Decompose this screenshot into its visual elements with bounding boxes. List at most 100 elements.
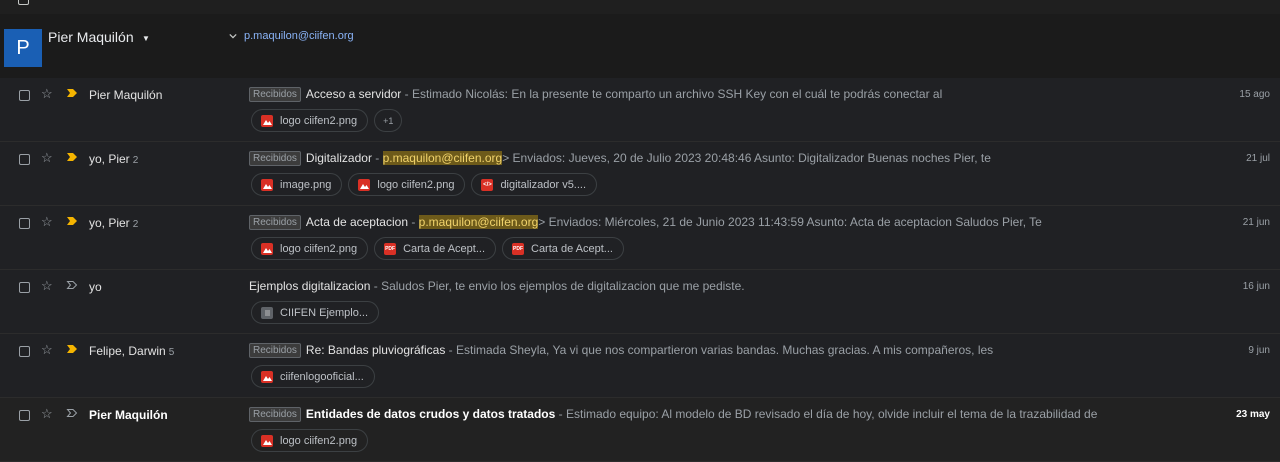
thread-count: 2 [132, 219, 139, 230]
email-subject: Entidades de datos crudos y datos tratad… [305, 407, 556, 421]
email-row[interactable]: ☆ Pier Maquilón Recibidos Acceso a servidor… [0, 78, 1280, 142]
label-badge[interactable]: Recibidos [249, 151, 301, 166]
importance-marker-icon[interactable] [66, 279, 78, 291]
pdf-file-icon: PDF [384, 242, 397, 255]
attachment-name: logo ciifen2.png [280, 114, 358, 127]
sender-name: yo, Pier 2 [89, 216, 139, 230]
row-checkbox[interactable] [19, 90, 30, 101]
email-date: 15 ago [1239, 89, 1270, 100]
email-subject: Acta de aceptacion [305, 215, 408, 229]
attachment-chip[interactable]: logo ciifen2.png [251, 109, 369, 132]
star-icon[interactable]: ☆ [41, 214, 53, 230]
attachment-chip[interactable]: logo ciifen2.png [348, 173, 466, 196]
importance-marker-icon[interactable] [66, 151, 78, 163]
label-badge[interactable]: Recibidos [249, 215, 301, 230]
pdf-file-icon: PDF [512, 242, 524, 255]
account-dropdown-icon[interactable]: ▼ [142, 34, 150, 43]
email-snippet: - Estimado Nicolás: En la presente te co… [401, 87, 943, 101]
image-file-icon [261, 178, 273, 191]
highlighted-email: p.maquilon@ciifen.org [418, 215, 539, 229]
email-row[interactable]: ☆ yo, Pier 2 Recibidos Digitalizador - p.maq… [0, 142, 1280, 206]
row-checkbox[interactable] [19, 346, 30, 357]
email-row[interactable]: ☆ Felipe, Darwin 5 Recibidos Re: Bandas pluv… [0, 334, 1280, 398]
star-icon[interactable]: ☆ [41, 86, 53, 102]
attachment-chips: CIIFEN Ejemplo... [251, 301, 380, 324]
attachment-name: CIIFEN Ejemplo... [280, 306, 369, 319]
label-badge[interactable]: Recibidos [249, 343, 301, 358]
email-subject: Ejemplos digitalizacion [249, 279, 371, 293]
email-snippet: - [371, 151, 383, 165]
sender-name: Felipe, Darwin 5 [89, 344, 175, 358]
doc-file-icon [261, 306, 273, 319]
subject-line[interactable]: Recibidos Entidades de datos crudos y dat… [249, 407, 1097, 422]
email-subject: Acceso a servidor [305, 87, 402, 101]
email-row[interactable]: ☆ yo, Pier 2 Recibidos Acta de aceptacion - … [0, 206, 1280, 270]
star-icon[interactable]: ☆ [41, 406, 53, 422]
subject-line[interactable]: Recibidos Re: Bandas pluviográficas - Est… [249, 343, 993, 358]
attachment-chip[interactable]: logo ciifen2.png [251, 429, 369, 452]
row-checkbox[interactable] [19, 218, 30, 229]
subject-line[interactable]: Recibidos Acceso a servidor - Estimado Ni… [249, 87, 942, 102]
attachment-chip[interactable]: PDF Carta de Acept... [374, 237, 496, 260]
sender-name: yo [89, 280, 102, 294]
email-date: 23 may [1236, 409, 1270, 420]
more-attachments-chip[interactable]: +1 [374, 109, 403, 132]
image-file-icon [261, 370, 273, 383]
avatar[interactable]: P [4, 29, 42, 67]
email-list: ☆ Pier Maquilón Recibidos Acceso a servidor… [0, 78, 1280, 462]
attachment-chip[interactable]: CIIFEN Ejemplo... [251, 301, 380, 324]
image-file-icon [261, 242, 273, 255]
account-name[interactable]: Pier Maquilón [48, 29, 134, 45]
attachment-chips: logo ciifen2.png +1 [251, 109, 403, 132]
subject-line[interactable]: Recibidos Digitalizador - p.maquilon@ciif… [249, 151, 991, 166]
email-subject: Digitalizador [305, 151, 372, 165]
top-toolbar [0, 0, 1280, 14]
email-date: 21 jun [1242, 217, 1270, 228]
row-checkbox[interactable] [19, 282, 30, 293]
thread-count: 2 [132, 155, 139, 166]
attachment-name: logo ciifen2.png [377, 178, 455, 191]
importance-marker-icon[interactable] [66, 343, 78, 355]
attachment-name: logo ciifen2.png [280, 242, 358, 255]
email-snippet-rest: > Enviados: Jueves, 20 de Julio 2023 20:… [502, 151, 991, 165]
importance-marker-icon[interactable] [66, 215, 78, 227]
subject-line[interactable]: Ejemplos digitalizacion - Saludos Pier, … [249, 279, 745, 293]
email-subject: Re: Bandas pluviográficas [305, 343, 446, 357]
email-snippet: - Estimada Sheyla, Ya vi que nos compart… [445, 343, 994, 357]
star-icon[interactable]: ☆ [41, 342, 53, 358]
attachment-name: image.png [280, 178, 332, 191]
image-file-icon [261, 434, 273, 447]
attachment-chip[interactable]: ciifenlogooficial... [251, 365, 375, 388]
email-date: 16 jun [1242, 281, 1270, 292]
attachment-chip[interactable]: image.png [251, 173, 343, 196]
code-file-icon: </> [481, 178, 494, 191]
importance-marker-icon[interactable] [66, 87, 78, 99]
email-snippet-rest: > Enviados: Miércoles, 21 de Junio 2023 … [538, 215, 1042, 229]
star-icon[interactable]: ☆ [41, 150, 53, 166]
email-date: 21 jul [1246, 153, 1270, 164]
attachment-chips: ciifenlogooficial... [251, 365, 375, 388]
chevron-down-icon[interactable] [229, 32, 237, 40]
email-row[interactable]: ☆ Pier Maquilón Recibidos Entidades de dato… [0, 398, 1280, 462]
row-checkbox[interactable] [19, 410, 30, 421]
attachment-chip[interactable]: logo ciifen2.png [251, 237, 369, 260]
importance-marker-icon[interactable] [66, 407, 78, 419]
attachment-chip[interactable]: PDF Carta de Acept... [502, 237, 624, 260]
account-email[interactable]: p.maquilon@ciifen.org [244, 30, 354, 42]
attachment-chips: logo ciifen2.png [251, 429, 369, 452]
attachment-chip[interactable]: </> digitalizador v5.... [471, 173, 598, 196]
attachment-chips: logo ciifen2.png PDF Carta de Acept... PDF C… [251, 237, 624, 260]
email-snippet: - Saludos Pier, te envio los ejemplos de… [370, 279, 745, 293]
subject-line[interactable]: Recibidos Acta de aceptacion - p.maquilon… [249, 215, 1042, 230]
email-row[interactable]: ☆ yo Ejemplos digitalizacion - Saludos Pie… [0, 270, 1280, 334]
select-all-checkbox[interactable] [18, 0, 29, 5]
row-checkbox[interactable] [19, 154, 30, 165]
attachment-name: digitalizador v5.... [500, 178, 587, 191]
thread-count: 5 [168, 347, 175, 358]
image-file-icon [358, 178, 371, 191]
star-icon[interactable]: ☆ [41, 278, 53, 294]
email-snippet: - Estimado equipo: Al modelo de BD revis… [555, 407, 1098, 421]
label-badge[interactable]: Recibidos [249, 87, 301, 102]
sender-name: Pier Maquilón [89, 408, 168, 422]
label-badge[interactable]: Recibidos [249, 407, 301, 422]
